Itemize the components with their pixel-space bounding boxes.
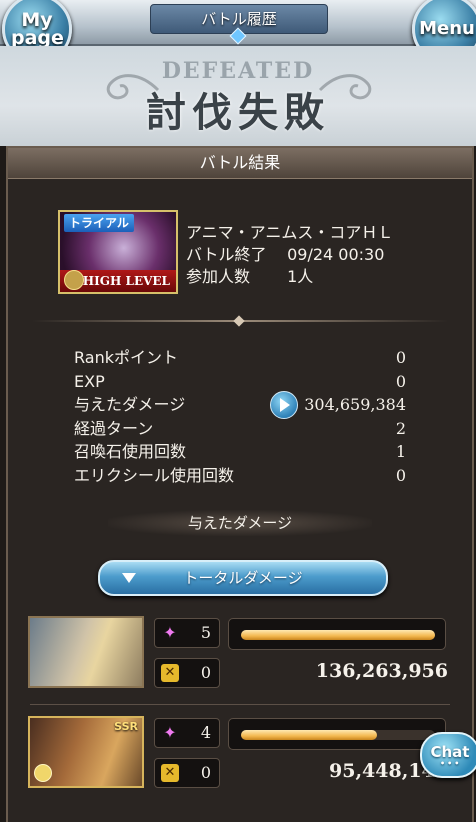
- damage-bar-fill: [241, 630, 435, 640]
- participants-label: 参加人数: [186, 267, 251, 286]
- skill-count: 0: [200, 663, 211, 682]
- character-portrait: SSR: [28, 716, 144, 788]
- mypage-button-label: My page: [11, 9, 64, 49]
- stat-label: 経過ターン: [74, 418, 154, 438]
- stat-value: 1: [395, 442, 406, 461]
- play-icon[interactable]: [270, 390, 299, 419]
- difficulty-emblem-icon: [64, 270, 84, 290]
- stat-value: 0: [395, 348, 406, 367]
- chat-button[interactable]: Chat •••: [420, 732, 476, 778]
- chat-dots-icon: •••: [440, 759, 462, 768]
- damage-section-label: 与えたダメージ: [108, 510, 372, 536]
- stat-row-damage: 与えたダメージ 304,659,384: [74, 390, 406, 419]
- total-damage-dropdown[interactable]: トータルダメージ: [98, 560, 388, 596]
- stat-label: 召喚石使用回数: [74, 442, 187, 461]
- stat-row-summons: 召喚石使用回数 1: [74, 440, 406, 464]
- quest-info: アニマ・アニムス・コアＨＬ バトル終了 09/24 00:30 参加人数 1人: [186, 222, 393, 288]
- ougi-count: 5: [200, 623, 211, 642]
- participants-value: 1人: [287, 267, 314, 286]
- row-divider: [30, 704, 450, 705]
- stat-value: 2: [395, 418, 406, 438]
- battle-end-time: 09/24 00:30: [287, 245, 385, 264]
- dropdown-arrow-icon: [122, 573, 136, 583]
- stat-label: EXP: [74, 371, 105, 391]
- sparkle-icon: ✦: [163, 723, 177, 742]
- skill-count-box: ✕ 0: [154, 758, 220, 788]
- damage-value-group: 304,659,384: [270, 390, 406, 419]
- damage-bar-track: [241, 630, 435, 640]
- panel-title: バトル結果: [8, 148, 472, 179]
- sparkle-icon: ✦: [163, 623, 177, 642]
- rarity-label: SSR: [114, 720, 138, 733]
- damage-bar: [228, 718, 446, 750]
- trial-badge: トライアル: [64, 214, 134, 232]
- battle-result-panel: バトル結果 トライアル HIGH LEVEL アニマ・アニムス・コアＨＬ バトル…: [6, 146, 474, 822]
- ougi-count-box: ✦ 4: [154, 718, 220, 748]
- divider-gem-icon: [233, 315, 245, 327]
- damage-bar: [228, 618, 446, 650]
- stat-row-turns: 経過ターン 2: [74, 417, 406, 441]
- ougi-count-box: ✦ 5: [154, 618, 220, 648]
- crossed-swords-icon: ✕: [161, 664, 179, 682]
- ougi-count: 4: [200, 723, 211, 742]
- stat-label: 与えたダメージ: [74, 395, 186, 414]
- stat-value: 0: [395, 371, 406, 391]
- total-damage-label: トータルダメージ: [183, 569, 303, 587]
- participants-row: 参加人数 1人: [186, 266, 393, 288]
- skill-count: 0: [200, 763, 211, 782]
- element-emblem-icon: [34, 764, 52, 782]
- stat-row-exp: EXP 0: [74, 370, 406, 394]
- damage-bar-track: [241, 730, 435, 740]
- battle-end-label: バトル終了: [186, 245, 267, 264]
- character-portrait: [28, 616, 144, 688]
- character-row: ✦ 5 ✕ 0 136,263,956: [26, 616, 454, 696]
- status-japanese: 討伐失敗: [146, 89, 330, 136]
- character-damage: 136,263,956: [315, 660, 448, 682]
- quest-banner: トライアル HIGH LEVEL: [58, 210, 178, 294]
- character-row: SSR ✦ 4 ✕ 0 95,448,141: [26, 716, 454, 796]
- stat-row-elixir: エリクシール使用回数 0: [74, 464, 406, 488]
- stat-value: 0: [395, 465, 406, 485]
- damage-bar-fill: [241, 730, 377, 740]
- stat-row-rank: Rankポイント 0: [74, 346, 406, 370]
- battle-end-row: バトル終了 09/24 00:30: [186, 244, 393, 266]
- stat-value: 304,659,384: [304, 395, 406, 414]
- menu-button-label: Menu: [419, 18, 475, 39]
- stat-label: Rankポイント: [74, 348, 178, 367]
- stats-list: Rankポイント 0 EXP 0 与えたダメージ 304,659,384 経過タ…: [74, 346, 406, 487]
- quest-name: アニマ・アニムス・コアＨＬ: [186, 223, 394, 242]
- skill-count-box: ✕ 0: [154, 658, 220, 688]
- crossed-swords-icon: ✕: [161, 764, 179, 782]
- stat-label: エリクシール使用回数: [74, 465, 235, 485]
